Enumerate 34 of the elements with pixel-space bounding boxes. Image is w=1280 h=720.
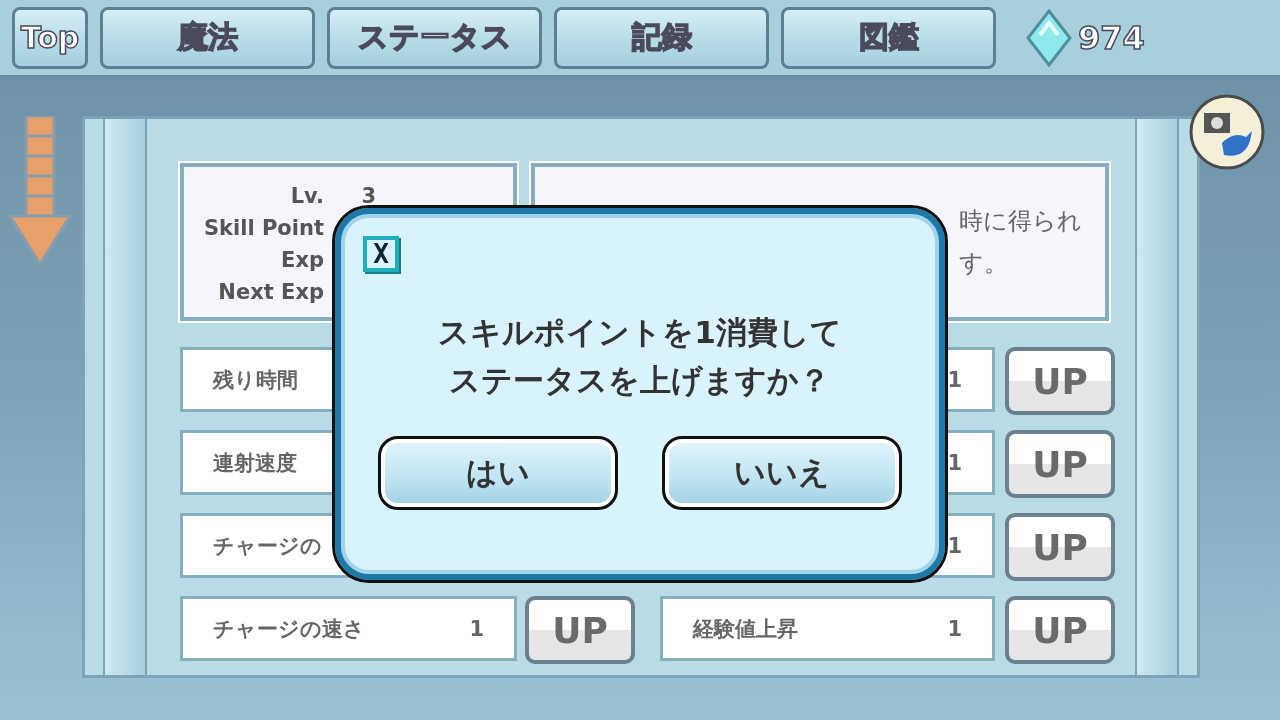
stat-name: 連射速度 bbox=[213, 449, 297, 477]
stat-name: チャージの bbox=[213, 532, 322, 560]
up-button[interactable]: UP bbox=[1005, 596, 1115, 664]
up-button[interactable]: UP bbox=[1005, 430, 1115, 498]
dialog-message: スキルポイントを1消費して bbox=[438, 313, 842, 352]
dialog-button[interactable]: いいえ bbox=[662, 436, 902, 510]
stat-value: 1 bbox=[947, 450, 962, 475]
gem-count: 974 bbox=[1078, 18, 1145, 57]
dialog-button[interactable]: はい bbox=[378, 436, 618, 510]
description-text: 時に得られ bbox=[959, 206, 1083, 237]
description-text: す。 bbox=[959, 248, 1009, 279]
up-button[interactable]: UP bbox=[1005, 347, 1115, 415]
stat-value: 1 bbox=[947, 616, 962, 641]
close-button[interactable]: X bbox=[363, 236, 399, 272]
stat-value: 1 bbox=[947, 367, 962, 392]
info-label: Exp bbox=[280, 247, 324, 274]
stat-value: 1 bbox=[947, 533, 962, 558]
stat-name: 経験値上昇 bbox=[693, 615, 798, 643]
up-button[interactable]: UP bbox=[1005, 513, 1115, 581]
nav-tab[interactable]: 図鑑 bbox=[781, 6, 996, 69]
info-label: Lv. bbox=[289, 183, 324, 210]
stat-value: 1 bbox=[469, 616, 484, 641]
dialog-message: ステータスを上げますか？ bbox=[449, 361, 831, 400]
up-button[interactable]: UP bbox=[525, 596, 635, 664]
diamond-icon bbox=[1026, 8, 1072, 67]
info-label: Next Exp bbox=[217, 279, 324, 306]
stat-name: チャージの速さ bbox=[213, 615, 365, 643]
info-value: 3 bbox=[360, 183, 376, 210]
nav-tab[interactable]: 魔法 bbox=[100, 6, 315, 69]
stat-name: 残り時間 bbox=[213, 366, 298, 394]
nav-tab[interactable]: ステータス bbox=[327, 6, 542, 69]
nav-tab[interactable]: 記録 bbox=[554, 6, 769, 69]
camera-bird-icon[interactable] bbox=[1188, 93, 1266, 171]
info-label: Skill Point bbox=[203, 215, 324, 242]
